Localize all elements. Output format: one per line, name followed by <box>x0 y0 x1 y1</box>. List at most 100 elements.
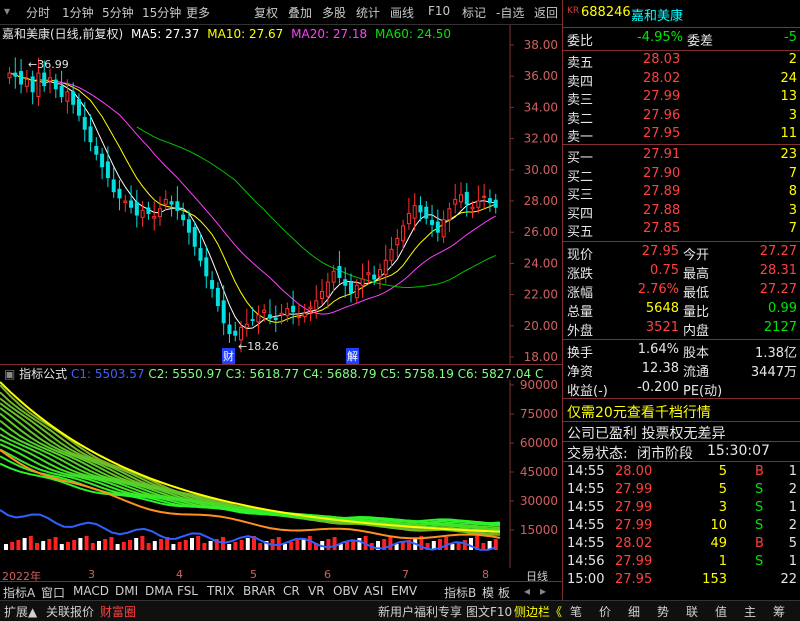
tab-indicator-b[interactable]: 指标B <box>444 584 476 601</box>
indicator-bar <box>47 539 52 550</box>
tab-5min[interactable]: 5分钟 <box>102 4 134 21</box>
low-price-label: ←18.26 <box>238 340 279 353</box>
finance-marker[interactable]: 财 <box>222 348 235 364</box>
btn-statistics[interactable]: 统计 <box>356 4 380 21</box>
stat-row: 涨幅 2.76% 最低 27.27 <box>563 282 800 301</box>
wealth-circle-button[interactable]: 财富圈 <box>100 603 136 620</box>
tab-template[interactable]: 模 <box>482 584 494 601</box>
candle-body <box>71 91 76 105</box>
ind-tick-label: 90000 <box>520 380 558 392</box>
tab-obv[interactable]: OBV <box>333 584 359 598</box>
candle-body <box>233 330 238 336</box>
indicator-bar <box>90 543 95 550</box>
side-tab[interactable]: 值 <box>715 603 727 620</box>
tick-time: 14:56 <box>567 554 605 569</box>
candle-body <box>383 259 388 275</box>
stat-row: 现价 27.95 今开 27.27 <box>563 244 800 263</box>
side-tab[interactable]: 联 <box>686 603 698 620</box>
promo-text[interactable]: 仅需20元查看千档行情 <box>567 402 711 422</box>
tab-indicator-a[interactable]: 指标A <box>3 584 35 601</box>
promo-row[interactable]: 仅需20元查看千档行情 <box>563 402 800 422</box>
high-price-label: ←36.99 <box>28 58 69 71</box>
c3-label: C3: 5618.77 <box>225 367 300 381</box>
sell-row[interactable]: 卖一 27.95 11 <box>563 126 800 145</box>
tick-volume: 1 <box>718 554 727 569</box>
candle-body <box>447 208 452 221</box>
side-tab[interactable]: 细 <box>628 603 640 620</box>
sell-row[interactable]: 卖四 28.02 24 <box>563 71 800 90</box>
buy-row[interactable]: 买三 27.89 8 <box>563 184 800 203</box>
candle-body <box>94 145 99 155</box>
tab-next-arrow[interactable]: ▸ <box>540 584 546 598</box>
side-tab[interactable]: 笔 <box>570 603 582 620</box>
tab-intraday[interactable]: 分时 <box>26 4 50 21</box>
tab-asi[interactable]: ASI <box>364 584 383 598</box>
candle-body <box>59 85 64 97</box>
f10-graphic-button[interactable]: 图文F10 <box>466 603 512 620</box>
tab-prev-arrow[interactable]: ◂ <box>524 584 530 598</box>
order-diff-value: -5 <box>784 30 797 45</box>
tab-macd[interactable]: MACD <box>73 584 109 598</box>
buy-row[interactable]: 买二 27.90 7 <box>563 166 800 185</box>
indicator-collapse-icon[interactable]: ▣ <box>4 367 15 381</box>
tab-emv[interactable]: EMV <box>391 584 417 598</box>
chart-header: 嘉和美康(日线,前复权) MA5: 27.37 MA10: 27.67 MA20… <box>2 25 451 41</box>
tab-1min[interactable]: 1分钟 <box>62 4 94 21</box>
sell-row[interactable]: 卖三 27.99 13 <box>563 89 800 108</box>
tab-board[interactable]: 板 <box>498 584 510 601</box>
stat-label-right: 今开 <box>683 248 710 263</box>
sidebar-toggle-button[interactable]: 侧边栏《 <box>514 603 562 620</box>
tab-more[interactable]: 更多 <box>186 4 210 21</box>
y-tick-label: 38.00 <box>524 38 558 52</box>
candle-body <box>163 198 168 205</box>
side-tab[interactable]: 筹 <box>773 603 785 620</box>
candle-body <box>476 200 481 208</box>
candle-body <box>377 269 382 278</box>
tab-trix[interactable]: TRIX <box>207 584 234 598</box>
tab-brar[interactable]: BRAR <box>243 584 276 598</box>
candle-body <box>82 117 87 130</box>
expand-button[interactable]: 扩展▲ <box>4 603 37 620</box>
buy-row[interactable]: 买五 27.85 7 <box>563 221 800 240</box>
tab-vr[interactable]: VR <box>308 584 325 598</box>
tick-time: 14:55 <box>567 482 605 497</box>
indicator-chart[interactable]: 90000 75000 60000 45000 30000 15000 <box>0 380 562 568</box>
sell-row[interactable]: 卖二 27.96 3 <box>563 108 800 127</box>
tick-side: S <box>755 482 764 497</box>
stat-value-left: 0.75 <box>650 263 679 278</box>
candle-body <box>418 205 423 213</box>
tick-time: 15:00 <box>567 572 605 587</box>
btn-back[interactable]: 返回 <box>534 4 558 21</box>
buy-level-label: 买二 <box>567 169 594 185</box>
menu-icon[interactable]: ▾ <box>4 4 10 18</box>
indicator-title[interactable]: 指标公式 <box>19 367 67 381</box>
unlock-marker[interactable]: 解 <box>346 348 359 364</box>
tab-fsl[interactable]: FSL <box>177 584 198 598</box>
btn-overlay[interactable]: 叠加 <box>288 4 312 21</box>
btn-f10[interactable]: F10 <box>428 4 450 18</box>
btn-restore-rights[interactable]: 复权 <box>254 4 278 21</box>
kline-chart[interactable]: 38.00 36.00 34.00 32.00 30.00 28.00 26.00 24.00… <box>0 25 562 365</box>
tick-side: S <box>755 554 764 569</box>
side-tab[interactable]: 主 <box>744 603 756 620</box>
tab-window[interactable]: 窗口 <box>41 584 65 601</box>
btn-mark[interactable]: 标记 <box>462 4 486 21</box>
tab-15min[interactable]: 15分钟 <box>142 4 181 21</box>
new-user-benefit-button[interactable]: 新用户福利专享 <box>378 603 462 620</box>
side-tab[interactable]: 势 <box>657 603 669 620</box>
side-tab[interactable]: 价 <box>599 603 611 620</box>
sell-row[interactable]: 卖五 28.03 2 <box>563 52 800 71</box>
btn-multi-stock[interactable]: 多股 <box>322 4 346 21</box>
buy-row[interactable]: 买一 27.91 23 <box>563 147 800 166</box>
indicator-bar <box>103 539 108 550</box>
btn-watchlist[interactable]: -自选 <box>496 4 524 21</box>
candle-body <box>36 72 41 97</box>
tab-cr[interactable]: CR <box>283 584 300 598</box>
btn-draw-line[interactable]: 画线 <box>390 4 414 21</box>
buy-row[interactable]: 买四 27.88 3 <box>563 203 800 222</box>
tab-dmi[interactable]: DMI <box>115 584 138 598</box>
tab-dma[interactable]: DMA <box>145 584 173 598</box>
buy-price: 27.85 <box>643 221 681 236</box>
indicator-bar <box>183 540 188 550</box>
related-quotes-button[interactable]: 关联报价 <box>46 603 94 620</box>
